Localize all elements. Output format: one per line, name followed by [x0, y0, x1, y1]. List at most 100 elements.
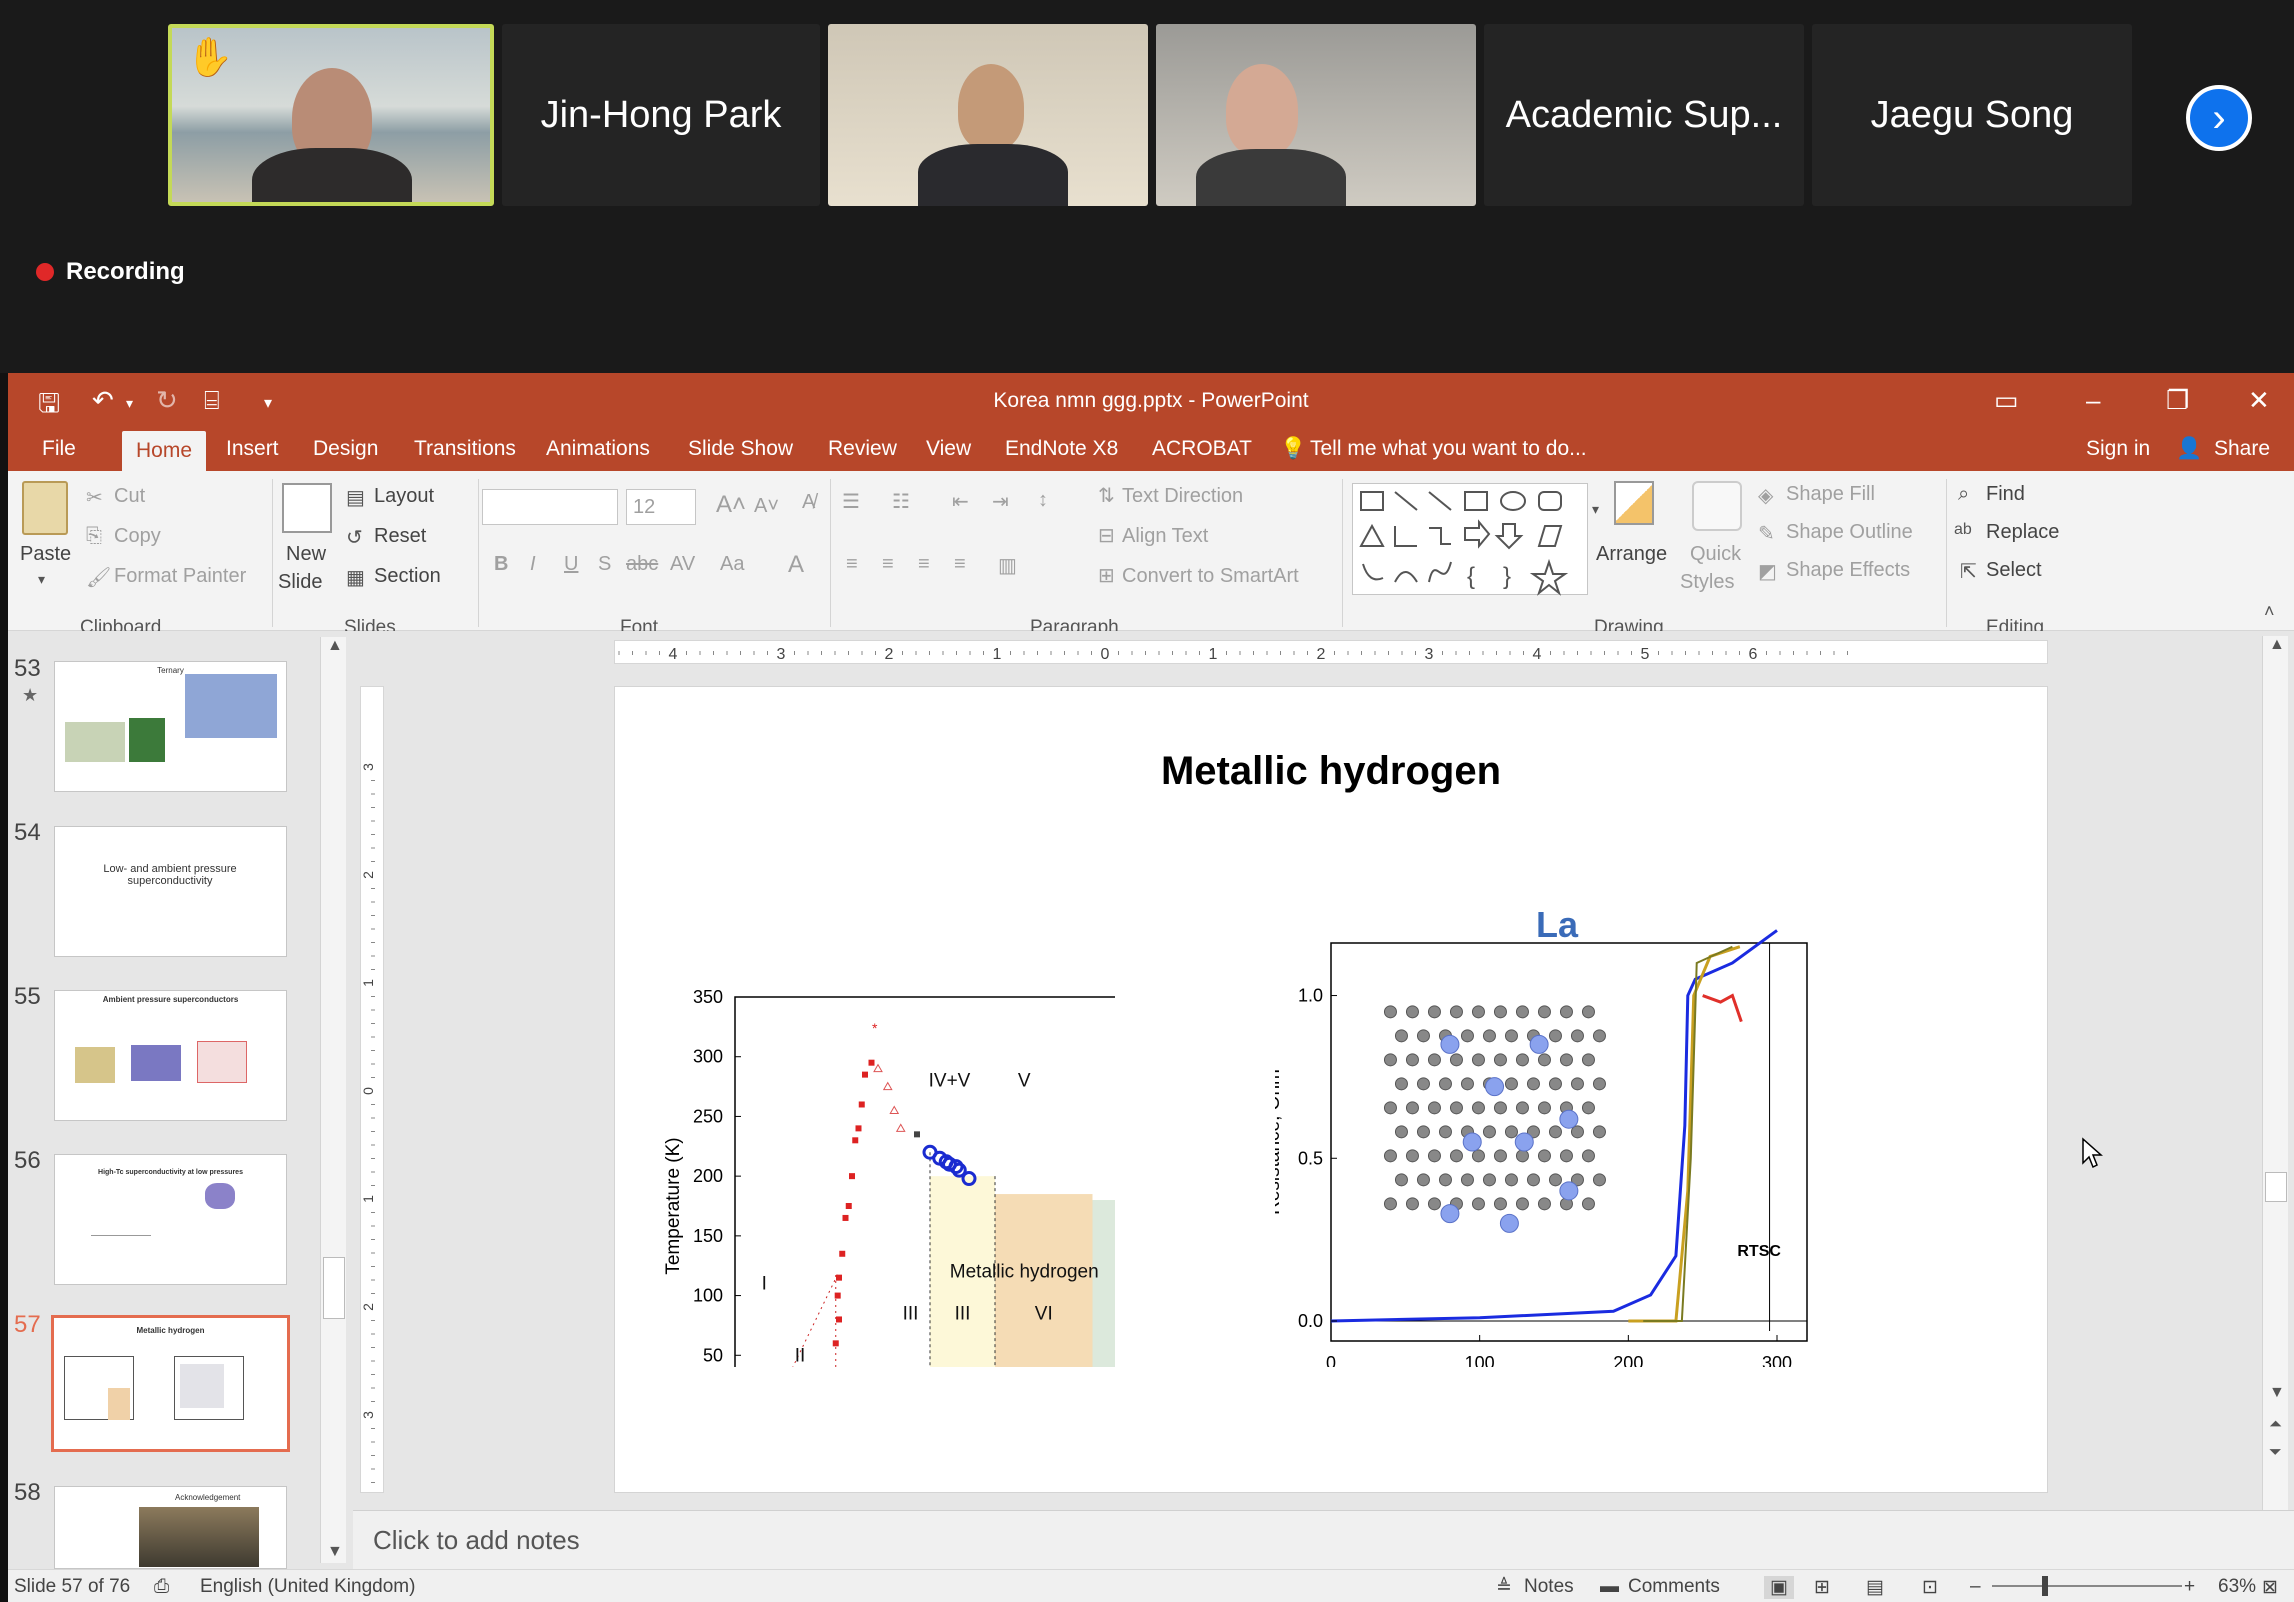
- shape-outline-button[interactable]: Shape Outline: [1786, 521, 1913, 544]
- thumbnail-scrollbar[interactable]: ▲ ▼: [320, 637, 346, 1563]
- next-page-button[interactable]: ›: [2186, 85, 2252, 151]
- collapse-ribbon-icon[interactable]: ˄: [2264, 601, 2275, 622]
- tab-design[interactable]: Design: [313, 437, 378, 461]
- scroll-up-icon[interactable]: ▲: [327, 637, 343, 655]
- notes-toggle[interactable]: Notes: [1524, 1576, 1574, 1598]
- language-indicator[interactable]: English (United Kingdom): [200, 1576, 415, 1598]
- resistance-chart[interactable]: LaRTSC01002003000.00.51.0Temperature, KR…: [1275, 867, 1835, 1367]
- underline-icon[interactable]: U: [564, 553, 578, 576]
- italic-icon[interactable]: I: [530, 553, 536, 576]
- tab-animations[interactable]: Animations: [546, 437, 650, 461]
- grow-font-icon[interactable]: A˄: [716, 491, 746, 519]
- justify-icon[interactable]: ≡: [954, 553, 966, 576]
- align-right-icon[interactable]: ≡: [918, 553, 930, 576]
- scroll-up-icon[interactable]: ▲: [2269, 636, 2285, 654]
- zoom-slider-thumb[interactable]: [2042, 1576, 2048, 1596]
- zoom-out-icon[interactable]: –: [1970, 1576, 1981, 1598]
- paste-button[interactable]: Paste: [20, 543, 71, 566]
- columns-icon[interactable]: ▥: [998, 553, 1017, 578]
- share-button[interactable]: Share: [2214, 437, 2270, 461]
- sign-in-link[interactable]: Sign in: [2086, 437, 2150, 461]
- shape-effects-button[interactable]: Shape Effects: [1786, 559, 1910, 582]
- quick-styles-button[interactable]: Quick: [1690, 543, 1741, 566]
- quick-styles-icon[interactable]: [1692, 481, 1742, 531]
- find-button[interactable]: Find: [1986, 483, 2025, 506]
- slide-thumbnail[interactable]: Acknowledgement: [54, 1486, 287, 1569]
- notes-placeholder[interactable]: Click to add notes: [373, 1525, 580, 1556]
- shadow-icon[interactable]: S: [598, 553, 611, 576]
- copy-button[interactable]: Copy: [114, 525, 161, 548]
- new-slide-icon[interactable]: [282, 483, 332, 533]
- slide-sorter-icon[interactable]: ⊞: [1814, 1576, 1830, 1599]
- bullets-icon[interactable]: ☰: [842, 489, 860, 514]
- tab-transitions[interactable]: Transitions: [414, 437, 516, 461]
- font-color-icon[interactable]: A: [788, 551, 804, 579]
- spelling-icon[interactable]: ⎙: [154, 1576, 169, 1598]
- phase-diagram-chart[interactable]: *010020030040050060005010015020025030035…: [635, 867, 1115, 1367]
- minimize-icon[interactable]: –: [2086, 385, 2100, 416]
- layout-button[interactable]: Layout: [374, 485, 434, 508]
- slide-thumbnail[interactable]: High-Tc superconductivity at low pressur…: [54, 1154, 287, 1285]
- align-center-icon[interactable]: ≡: [882, 553, 894, 576]
- normal-view-icon[interactable]: ▣: [1764, 1576, 1794, 1599]
- close-icon[interactable]: ✕: [2248, 385, 2270, 416]
- slide-canvas[interactable]: Metallic hydrogen *010020030040050060005…: [614, 686, 2103, 1493]
- gallery-scroll-icon[interactable]: ▾: [1592, 501, 1599, 518]
- text-direction-button[interactable]: Text Direction: [1122, 485, 1243, 508]
- convert-smartart-button[interactable]: Convert to SmartArt: [1122, 565, 1299, 588]
- zoom-slider[interactable]: [1992, 1585, 2182, 1587]
- paste-dropdown-icon[interactable]: ▾: [38, 571, 45, 588]
- video-tile-camera[interactable]: [828, 24, 1148, 206]
- tab-home[interactable]: Home: [122, 431, 207, 471]
- change-case-icon[interactable]: Aa: [720, 553, 744, 576]
- fit-to-window-icon[interactable]: ⊠: [2262, 1576, 2278, 1599]
- increase-indent-icon[interactable]: ⇥: [992, 489, 1009, 514]
- numbering-icon[interactable]: ☷: [892, 489, 910, 514]
- cut-button[interactable]: Cut: [114, 485, 145, 508]
- ribbon-display-options-icon[interactable]: ▭: [1994, 385, 2019, 416]
- share-icon[interactable]: 👤: [2176, 437, 2202, 461]
- new-slide-button-line2[interactable]: Slide: [278, 571, 322, 594]
- slideshow-view-icon[interactable]: ⊡: [1922, 1576, 1938, 1599]
- scroll-down-icon[interactable]: ▼: [2269, 1384, 2285, 1402]
- previous-slide-icon[interactable]: ⏶: [2269, 1416, 2282, 1434]
- tab-endnote[interactable]: EndNote X8: [1005, 437, 1118, 461]
- next-slide-icon[interactable]: ⏷: [2269, 1444, 2282, 1462]
- reading-view-icon[interactable]: ▤: [1866, 1576, 1884, 1599]
- tab-view[interactable]: View: [926, 437, 971, 461]
- slide-thumbnail[interactable]: Ambient pressure superconductors: [54, 990, 287, 1121]
- tab-insert[interactable]: Insert: [226, 437, 279, 461]
- tell-me-box[interactable]: Tell me what you want to do...: [1310, 437, 1587, 461]
- slide-thumbnail-selected[interactable]: Metallic hydrogen: [51, 1315, 290, 1452]
- comments-toggle[interactable]: Comments: [1628, 1576, 1720, 1598]
- shapes-gallery[interactable]: {}: [1352, 483, 1588, 596]
- bold-icon[interactable]: B: [494, 553, 508, 576]
- slide-thumbnail[interactable]: Ternary: [54, 661, 287, 792]
- font-name-field[interactable]: [482, 489, 618, 525]
- zoom-in-icon[interactable]: +: [2184, 1576, 2195, 1598]
- clear-formatting-icon[interactable]: A̸: [802, 491, 815, 514]
- tab-acrobat[interactable]: ACROBAT: [1152, 437, 1252, 461]
- video-tile-name[interactable]: Academic Sup...: [1484, 24, 1804, 206]
- scrollbar-thumb[interactable]: [2265, 1172, 2287, 1202]
- arrange-icon[interactable]: [1614, 481, 1654, 525]
- new-slide-button[interactable]: New: [286, 543, 326, 566]
- tab-review[interactable]: Review: [828, 437, 897, 461]
- slide-scrollbar[interactable]: ▲ ▼ ⏶ ⏷: [2262, 636, 2288, 1510]
- line-spacing-icon[interactable]: ↕: [1038, 489, 1048, 512]
- video-tile-camera[interactable]: [1156, 24, 1476, 206]
- video-tile-name[interactable]: Jin-Hong Park: [502, 24, 820, 206]
- restore-icon[interactable]: ❐: [2166, 385, 2189, 416]
- paste-icon[interactable]: [22, 481, 68, 535]
- zoom-level[interactable]: 63%: [2218, 1576, 2256, 1598]
- tab-file[interactable]: File: [42, 437, 76, 461]
- quick-styles-button-line2[interactable]: Styles: [1680, 571, 1734, 594]
- notes-pane[interactable]: Click to add notes: [353, 1510, 2294, 1569]
- strikethrough-icon[interactable]: abc: [626, 553, 658, 576]
- align-left-icon[interactable]: ≡: [846, 553, 858, 576]
- replace-button[interactable]: Replace: [1986, 521, 2059, 544]
- arrange-button[interactable]: Arrange: [1596, 543, 1667, 566]
- shape-fill-button[interactable]: Shape Fill: [1786, 483, 1875, 506]
- slide-thumbnail[interactable]: Low- and ambient pressure superconductiv…: [54, 826, 287, 957]
- select-button[interactable]: Select: [1986, 559, 2042, 582]
